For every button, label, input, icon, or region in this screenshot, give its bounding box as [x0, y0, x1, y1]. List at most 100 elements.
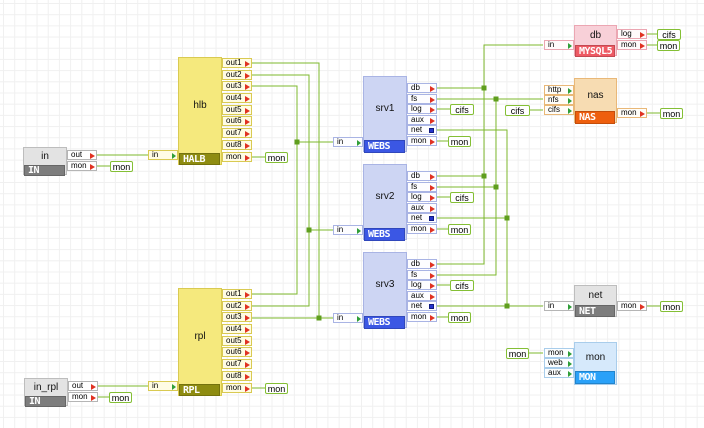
net-label-mon[interactable]: mon — [448, 224, 471, 235]
port-srv1-aux[interactable]: aux — [407, 115, 437, 125]
port-srv2-in[interactable]: in — [333, 225, 363, 235]
node-nas[interactable]: nasNAS — [574, 78, 617, 123]
port-srv1-db[interactable]: db — [407, 83, 437, 93]
port-rpl-out8[interactable]: out8 — [222, 371, 252, 381]
port-nas-mon[interactable]: mon — [617, 108, 647, 118]
net-label-mon[interactable]: mon — [506, 348, 529, 359]
node-srv2-title: srv2 — [364, 165, 406, 228]
port-srv2-log[interactable]: log — [407, 192, 437, 202]
out-arrow-icon — [245, 386, 250, 392]
port-hlb-out2[interactable]: out2 — [222, 70, 252, 80]
port-srv3-in[interactable]: in — [333, 313, 363, 323]
port-db-in[interactable]: in — [544, 40, 574, 50]
net-label-mon[interactable]: mon — [657, 40, 680, 51]
port-srv2-fs[interactable]: fs — [407, 182, 437, 192]
net-label-cifs[interactable]: cifs — [450, 104, 474, 115]
port-srv1-mon[interactable]: mon — [407, 136, 437, 146]
port-rpl-out5[interactable]: out5 — [222, 336, 252, 346]
net-label-cifs[interactable]: cifs — [450, 192, 474, 203]
wire[interactable] — [252, 86, 297, 294]
node-mon[interactable]: monMON — [574, 342, 617, 385]
port-srv2-aux[interactable]: aux — [407, 203, 437, 213]
node-hlb[interactable]: hlbHALB — [178, 57, 222, 165]
diagram-canvas[interactable]: monmoncifsmoncifsmoncifsmoncifsmoncifsmo… — [0, 0, 704, 428]
port-in_rpl-mon[interactable]: mon — [68, 392, 98, 402]
net-label-mon[interactable]: mon — [448, 312, 471, 323]
port-mon-mon[interactable]: mon — [544, 348, 574, 358]
port-srv2-net[interactable]: net — [407, 213, 437, 223]
port-hlb-out8[interactable]: out8 — [222, 140, 252, 150]
node-net[interactable]: netNET — [574, 285, 617, 317]
net-label-mon[interactable]: mon — [448, 136, 471, 147]
port-hlb-in[interactable]: in — [148, 150, 178, 160]
node-hlb-type-label: HALB — [179, 153, 220, 165]
port-rpl-out4[interactable]: out4 — [222, 324, 252, 334]
port-net-mon[interactable]: mon — [617, 301, 647, 311]
port-srv3-log[interactable]: log — [407, 280, 437, 290]
type-label-text: WEBS — [368, 317, 390, 328]
port-in-mon[interactable]: mon — [67, 161, 97, 171]
port-label: out5 — [226, 106, 242, 114]
port-in-out[interactable]: out — [67, 150, 97, 160]
port-label: out8 — [226, 372, 242, 380]
out-arrow-icon — [430, 283, 435, 289]
port-rpl-out6[interactable]: out6 — [222, 347, 252, 357]
net-label-mon[interactable]: mon — [265, 383, 288, 394]
net-label-mon[interactable]: mon — [265, 152, 288, 163]
wire[interactable] — [252, 75, 309, 306]
port-rpl-in[interactable]: in — [148, 381, 178, 391]
port-mon-web[interactable]: web — [544, 358, 574, 368]
port-hlb-mon[interactable]: mon — [222, 152, 252, 162]
port-srv3-fs[interactable]: fs — [407, 270, 437, 280]
port-nas-nfs[interactable]: nfs — [544, 95, 574, 105]
port-label: nfs — [548, 96, 559, 104]
port-hlb-out5[interactable]: out5 — [222, 105, 252, 115]
port-rpl-out2[interactable]: out2 — [222, 301, 252, 311]
port-srv3-mon[interactable]: mon — [407, 312, 437, 322]
port-srv1-in[interactable]: in — [333, 137, 363, 147]
port-rpl-out3[interactable]: out3 — [222, 312, 252, 322]
port-hlb-out7[interactable]: out7 — [222, 128, 252, 138]
port-label: mon — [548, 349, 564, 357]
net-label-mon[interactable]: mon — [109, 392, 132, 403]
port-rpl-mon[interactable]: mon — [222, 383, 252, 393]
out-arrow-icon — [430, 118, 435, 124]
port-db-log[interactable]: log — [617, 29, 647, 39]
port-db-mon[interactable]: mon — [617, 40, 647, 50]
node-rpl[interactable]: rplRPL — [178, 288, 222, 396]
port-rpl-out1[interactable]: out1 — [222, 289, 252, 299]
node-db[interactable]: dbMYSQL5 — [574, 25, 617, 56]
net-label-mon[interactable]: mon — [110, 161, 133, 172]
port-hlb-out6[interactable]: out6 — [222, 116, 252, 126]
port-srv3-net[interactable]: net — [407, 301, 437, 311]
net-label-cifs[interactable]: cifs — [657, 29, 681, 40]
port-rpl-out7[interactable]: out7 — [222, 359, 252, 369]
node-srv1[interactable]: srv1WEBS — [363, 76, 407, 152]
node-srv2[interactable]: srv2WEBS — [363, 164, 407, 240]
net-label-cifs[interactable]: cifs — [450, 280, 474, 291]
port-hlb-out3[interactable]: out3 — [222, 81, 252, 91]
net-label-mon[interactable]: mon — [660, 301, 683, 312]
node-in[interactable]: inIN — [23, 147, 67, 175]
port-hlb-out1[interactable]: out1 — [222, 58, 252, 68]
net-label-cifs[interactable]: cifs — [505, 105, 530, 116]
port-hlb-out4[interactable]: out4 — [222, 93, 252, 103]
node-in_rpl[interactable]: in_rplIN — [24, 378, 68, 406]
node-srv3[interactable]: srv3WEBS — [363, 252, 407, 328]
port-in_rpl-out[interactable]: out — [68, 381, 98, 391]
port-srv1-log[interactable]: log — [407, 104, 437, 114]
net-label-mon[interactable]: mon — [660, 108, 683, 119]
port-mon-aux[interactable]: aux — [544, 368, 574, 378]
node-title-text: net — [589, 290, 603, 301]
port-srv1-fs[interactable]: fs — [407, 94, 437, 104]
port-srv3-aux[interactable]: aux — [407, 291, 437, 301]
port-srv1-net[interactable]: net — [407, 125, 437, 135]
port-srv2-db[interactable]: db — [407, 171, 437, 181]
out-arrow-icon — [245, 374, 250, 380]
port-nas-http[interactable]: http — [544, 85, 574, 95]
port-srv2-mon[interactable]: mon — [407, 224, 437, 234]
port-net-in[interactable]: in — [544, 301, 574, 311]
port-nas-cifs[interactable]: cifs — [544, 105, 574, 115]
port-srv3-db[interactable]: db — [407, 259, 437, 269]
out-arrow-icon — [91, 395, 96, 401]
